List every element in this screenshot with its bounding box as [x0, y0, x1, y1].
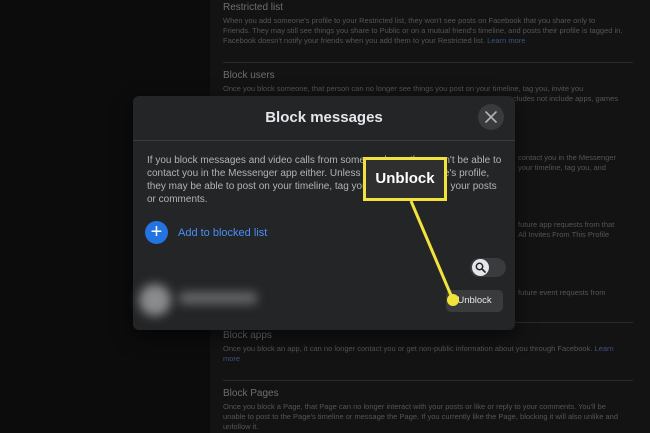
dialog-header: Block messages — [133, 96, 515, 140]
block-pages-text: Once you block a Page, that Page can no … — [223, 402, 618, 431]
dialog-description: If you block messages and video calls fr… — [147, 155, 502, 205]
search-knob — [472, 259, 489, 276]
search-icon — [475, 262, 486, 273]
block-users-heading: Block users — [223, 70, 275, 81]
block-pages-heading: Block Pages — [223, 388, 279, 399]
search-toggle[interactable] — [470, 258, 506, 277]
annotation-callout: Unblock — [363, 157, 447, 201]
learn-more-link[interactable]: Learn more — [487, 36, 525, 45]
background-text-fragment: future app requests from that — [518, 220, 615, 229]
background-text-fragment: your timeline, tag you, and — [518, 163, 606, 172]
block-users-text: Once you block someone, that person can … — [223, 84, 584, 93]
dialog-title: Block messages — [265, 109, 383, 126]
block-apps-section: Block apps Once you block an app, it can… — [223, 330, 623, 364]
background-text-fragment: future event requests from — [518, 288, 606, 297]
header-divider — [133, 140, 515, 141]
restricted-list-heading: Restricted list — [223, 2, 284, 13]
restricted-list-section: Restricted list When you add someone's p… — [223, 2, 623, 46]
avatar — [139, 284, 171, 316]
block-pages-section: Block Pages Once you block a Page, that … — [223, 388, 623, 432]
divider — [223, 380, 633, 381]
background-text-fragment: contact you in the Messenger — [518, 153, 616, 162]
close-button[interactable] — [478, 104, 504, 130]
callout-text: Unblock — [375, 170, 435, 187]
restricted-list-text: When you add someone's profile to your R… — [223, 16, 623, 45]
block-messages-dialog: Block messages If you block messages and… — [133, 96, 515, 330]
divider — [223, 62, 633, 63]
background-text-fragment: All Invites From This Profile — [518, 230, 610, 239]
add-to-blocked-list-label: Add to blocked list — [178, 227, 268, 239]
block-apps-text: Once you block an app, it can no longer … — [223, 344, 614, 363]
close-icon — [485, 111, 497, 123]
unblock-button[interactable]: Unblock — [446, 290, 503, 312]
plus-icon: + — [145, 221, 168, 244]
blurred-contact-name — [179, 292, 257, 304]
block-apps-heading: Block apps — [223, 330, 272, 341]
blocked-contact-row: Unblock — [133, 278, 515, 318]
